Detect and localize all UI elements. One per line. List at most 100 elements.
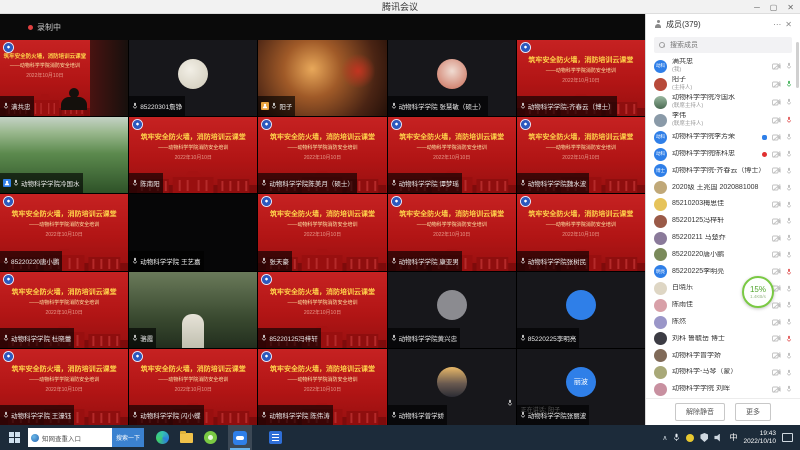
minimize-button[interactable]: ─ xyxy=(754,3,760,12)
panel-more-button[interactable]: ⋯ xyxy=(773,20,781,29)
mic-icon[interactable] xyxy=(786,285,792,293)
member-row[interactable]: 85220220唐小鹏 xyxy=(646,247,800,264)
mic-icon[interactable] xyxy=(786,98,792,106)
start-button[interactable] xyxy=(0,425,28,450)
docs-app-taskbar-item[interactable] xyxy=(263,425,287,450)
camera-off-icon[interactable] xyxy=(772,251,781,258)
camera-off-icon[interactable] xyxy=(772,134,781,141)
video-tile[interactable]: 筑牢安全防火墙，消防培训云课堂 ——动物科学学院消防安全培训 2022年10月1… xyxy=(129,117,257,193)
member-row[interactable]: 李伟 (联席主持人) xyxy=(646,111,800,129)
video-tile[interactable]: 筑牢安全防火墙，消防培训云课堂 ——动物科学学院消防安全培训 2022年10月1… xyxy=(129,349,257,425)
mic-icon[interactable] xyxy=(786,184,792,192)
mic-icon[interactable] xyxy=(786,268,792,276)
camera-off-icon[interactable] xyxy=(772,268,781,275)
more-actions-button[interactable]: 更多 xyxy=(735,403,771,421)
mic-icon[interactable] xyxy=(786,385,792,393)
member-row[interactable]: 2020级 王兆国 2020881008 xyxy=(646,179,800,196)
mic-icon[interactable] xyxy=(786,217,792,225)
member-row[interactable]: 85210203梅思佳 xyxy=(646,196,800,213)
green-app-icon[interactable] xyxy=(204,431,217,444)
camera-off-icon[interactable] xyxy=(772,369,781,376)
antivirus-tray-icon[interactable] xyxy=(686,434,694,442)
camera-off-icon[interactable] xyxy=(772,63,781,70)
member-row[interactable]: 陈雨佳 xyxy=(646,297,800,314)
mic-icon[interactable] xyxy=(786,201,792,209)
camera-off-icon[interactable] xyxy=(772,184,781,191)
tray-mic-icon[interactable] xyxy=(673,433,680,442)
video-tile[interactable]: 筑牢安全防火墙，消防培训云课堂 ——动物科学学院消防安全培训 2022年10月1… xyxy=(0,117,128,193)
video-tile[interactable]: 筑牢安全防火墙，消防培训云课堂 ——动物科学学院消防安全培训 2022年10月1… xyxy=(0,349,128,425)
member-row[interactable]: 动物科学-马琴（蒙） xyxy=(646,364,800,381)
mic-icon[interactable] xyxy=(786,133,792,141)
video-tile[interactable]: 筑牢安全防火墙，消防培训云课堂 ——动物科学学院消防安全培训 2022年10月1… xyxy=(388,117,516,193)
member-row[interactable]: 刘科 鲁毓岳 博士 xyxy=(646,331,800,348)
camera-off-icon[interactable] xyxy=(772,99,781,106)
mic-icon[interactable] xyxy=(786,150,792,158)
video-tile[interactable]: 筑牢安全防火墙，消防培训云课堂 ——动物科学学院消防安全培训 2022年10月1… xyxy=(258,272,386,348)
member-search-input[interactable] xyxy=(668,41,787,50)
volume-icon[interactable] xyxy=(714,434,723,442)
video-tile[interactable]: 筑牢安全防火墙，消防培训云课堂 ——动物科学学院消防安全培训 2022年10月1… xyxy=(517,272,645,348)
video-tile[interactable]: 筑牢安全防火墙，消防培训云课堂 ——动物科学学院消防安全培训 2022年10月1… xyxy=(0,40,128,116)
camera-off-icon[interactable] xyxy=(772,117,781,124)
video-tile[interactable]: 筑牢安全防火墙，消防培训云课堂 ——动物科学学院消防安全培训 2022年10月1… xyxy=(388,349,516,425)
meeting-app-taskbar-item[interactable] xyxy=(228,425,252,450)
mic-icon[interactable] xyxy=(786,251,792,259)
member-row[interactable]: 博士 动物科学学院-齐春云（博士） xyxy=(646,163,800,180)
video-tile[interactable]: 筑牢安全防火墙，消防培训云课堂 ——动物科学学院消防安全培训 2022年10月1… xyxy=(517,117,645,193)
video-tile[interactable]: 筑牢安全防火墙，消防培训云课堂 ——动物科学学院消防安全培训 2022年10月1… xyxy=(0,194,128,270)
member-row[interactable]: 动物科学学院冷国水 (联席主持人) xyxy=(646,93,800,111)
video-tile[interactable]: 筑牢安全防火墙，消防培训云课堂 ——动物科学学院消防安全培训 2022年10月1… xyxy=(258,117,386,193)
ime-indicator[interactable]: 中 xyxy=(729,432,737,443)
panel-close-button[interactable]: ✕ xyxy=(785,20,792,29)
camera-off-icon[interactable] xyxy=(772,386,781,393)
member-row[interactable]: 白晓乐 xyxy=(646,280,800,297)
camera-off-icon[interactable] xyxy=(772,151,781,158)
mic-icon[interactable] xyxy=(786,369,792,377)
file-explorer-icon[interactable] xyxy=(180,433,193,443)
mic-icon[interactable] xyxy=(786,80,792,88)
member-row[interactable]: 动科 动物科学学院李芳荣 xyxy=(646,129,800,146)
speed-ball-overlay[interactable]: 15% 1.4KB/s xyxy=(742,276,774,308)
video-tile[interactable]: 筑牢安全防火墙，消防培训云课堂 ——动物科学学院消防安全培训 2022年10月1… xyxy=(258,40,386,116)
video-tile[interactable]: 筑牢安全防火墙，消防培训云课堂 ——动物科学学院消防安全培训 2022年10月1… xyxy=(388,272,516,348)
taskbar-search-button[interactable]: 搜索一下 xyxy=(112,428,144,447)
member-row[interactable]: 动科 动物科学学院陈科忠 xyxy=(646,146,800,163)
member-row[interactable]: 动物科学学院 刘晖 xyxy=(646,381,800,398)
member-list-scrollbar[interactable] xyxy=(796,42,799,88)
clock[interactable]: 19:43 2022/10/10 xyxy=(743,430,776,446)
tray-expand-icon[interactable]: ∧ xyxy=(662,434,667,442)
camera-off-icon[interactable] xyxy=(772,235,781,242)
member-row[interactable]: 动物科学曾学娇 xyxy=(646,347,800,364)
mic-icon[interactable] xyxy=(786,167,792,175)
member-row[interactable]: 阳子 (主持人) xyxy=(646,75,800,93)
camera-off-icon[interactable] xyxy=(772,335,781,342)
unmute-all-button[interactable]: 解除静音 xyxy=(675,403,725,421)
member-list[interactable]: 动科 满共忠 (我) 阳子 (主持人) 动物科学学院冷国水 (联席主持人) xyxy=(646,57,800,398)
video-tile[interactable]: 筑牢安全防火墙，消防培训云课堂 ——动物科学学院消防安全培训 2022年10月1… xyxy=(129,194,257,270)
member-row[interactable]: 85220211 马楚乔 xyxy=(646,230,800,247)
camera-off-icon[interactable] xyxy=(772,302,781,309)
video-tile[interactable]: 筑牢安全防火墙，消防培训云课堂 ——动物科学学院消防安全培训 2022年10月1… xyxy=(129,272,257,348)
mic-icon[interactable] xyxy=(786,62,792,70)
maximize-button[interactable]: ▢ xyxy=(770,3,778,12)
mic-icon[interactable] xyxy=(786,335,792,343)
camera-off-icon[interactable] xyxy=(772,167,781,174)
security-shield-icon[interactable] xyxy=(700,433,708,442)
video-tile[interactable]: 筑牢安全防火墙，消防培训云课堂 ——动物科学学院消防安全培训 2022年10月1… xyxy=(0,272,128,348)
taskbar-search-box[interactable]: 知网查重入口 搜索一下 xyxy=(28,428,144,447)
mic-icon[interactable] xyxy=(786,352,792,360)
video-tile[interactable]: 筑牢安全防火墙，消防培训云课堂 ——动物科学学院消防安全培训 2022年10月1… xyxy=(388,194,516,270)
edge-browser-icon[interactable] xyxy=(156,431,169,444)
member-row[interactable]: 明亮 85220225李明亮 xyxy=(646,263,800,280)
mic-icon[interactable] xyxy=(786,301,792,309)
member-search-box[interactable] xyxy=(654,37,792,53)
video-tile[interactable]: 筑牢安全防火墙，消防培训云课堂 ——动物科学学院消防安全培训 2022年10月1… xyxy=(258,349,386,425)
camera-off-icon[interactable] xyxy=(772,319,781,326)
mic-icon[interactable] xyxy=(786,234,792,242)
camera-off-icon[interactable] xyxy=(772,81,781,88)
mic-icon[interactable] xyxy=(786,318,792,326)
video-tile[interactable]: 筑牢安全防火墙，消防培训云课堂 ——动物科学学院消防安全培训 2022年10月1… xyxy=(517,349,645,425)
camera-off-icon[interactable] xyxy=(772,352,781,359)
camera-off-icon[interactable] xyxy=(772,201,781,208)
